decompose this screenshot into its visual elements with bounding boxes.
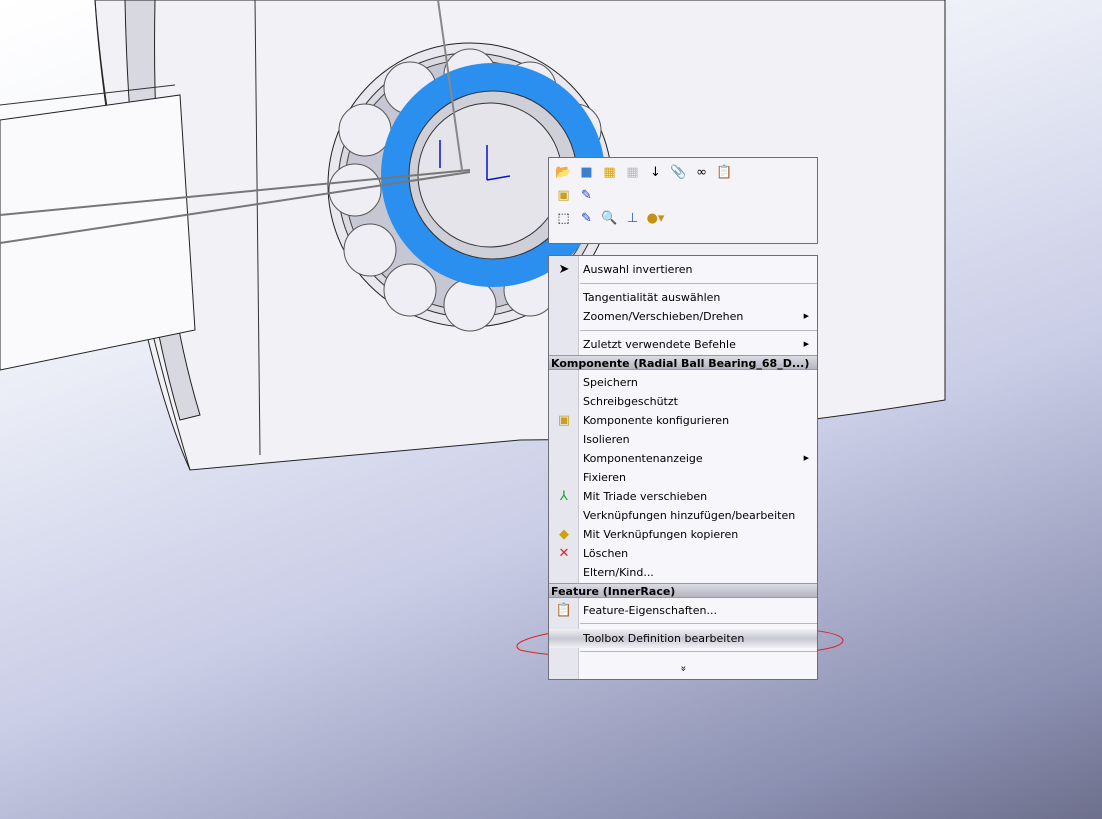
- feature-properties-icon: 📋: [555, 603, 573, 618]
- edit-sketch-icon[interactable]: ✎: [577, 186, 596, 205]
- configure-component-icon[interactable]: ▣: [554, 186, 573, 205]
- configure-component-icon: ▣: [557, 413, 571, 428]
- menu-item-zuletzt-verwendet[interactable]: Zuletzt verwendete Befehle ▶: [549, 335, 817, 354]
- menu-item-tangentialitaet[interactable]: Tangentialität auswählen: [549, 288, 817, 307]
- separator: [580, 651, 817, 652]
- separator: [580, 283, 817, 284]
- menu-item-isolieren[interactable]: Isolieren: [549, 430, 817, 449]
- double-chevron-down-icon: »: [677, 665, 689, 672]
- menu-item-speichern[interactable]: Speichern: [549, 373, 817, 392]
- menu-item-komponentenanzeige[interactable]: Komponentenanzeige ▶: [549, 449, 817, 468]
- menu-item-schreibgeschuetzt[interactable]: Schreibgeschützt: [549, 392, 817, 411]
- sketch-icon[interactable]: ✎: [577, 209, 596, 228]
- menu-item-verknuepfungen[interactable]: Verknüpfungen hinzufügen/bearbeiten: [549, 506, 817, 525]
- clip-icon[interactable]: 📎: [669, 163, 688, 182]
- separator: [580, 330, 817, 331]
- submenu-arrow-icon: ▶: [803, 312, 809, 320]
- show-components-icon[interactable]: ▦: [623, 163, 642, 182]
- edit-component-icon[interactable]: ■: [577, 163, 596, 182]
- properties-icon[interactable]: 📋: [715, 163, 734, 182]
- context-toolbar: 📂 ■ ▦ ▦ ↓ 📎 ∞ 📋 ▣ ✎ ⬚ ✎ 🔍 ⊥ ●▾: [548, 157, 818, 244]
- menu-item-zoomen[interactable]: Zoomen/Verschieben/Drehen ▶: [549, 307, 817, 326]
- expand-menu-button[interactable]: »: [549, 659, 817, 678]
- appearance-icon[interactable]: ●▾: [646, 209, 665, 228]
- triad-icon: ⅄: [560, 489, 568, 504]
- menu-item-mit-verknuepfungen-kopieren[interactable]: ◆ Mit Verknüpfungen kopieren: [549, 525, 817, 544]
- context-menu: ➤ Auswahl invertieren Tangentialität ausw…: [548, 255, 818, 680]
- menu-item-toolbox-definition-bearbeiten[interactable]: Toolbox Definition bearbeiten: [549, 629, 817, 648]
- submenu-arrow-icon: ▶: [803, 454, 809, 462]
- select-arrow-icon: ➤: [558, 262, 570, 277]
- component-header: Komponente (Radial Ball Bearing_68_D...): [549, 355, 817, 370]
- copy-with-mates-icon: ◆: [559, 527, 569, 542]
- smart-mates-icon[interactable]: ∞: [692, 163, 711, 182]
- menu-item-feature-eigenschaften[interactable]: 📋 Feature-Eigenschaften...: [549, 601, 817, 620]
- menu-item-auswahl-invertieren[interactable]: ➤ Auswahl invertieren: [549, 260, 817, 279]
- hide-components-icon[interactable]: ▦: [600, 163, 619, 182]
- select-icon[interactable]: ⬚: [554, 209, 573, 228]
- menu-item-fixieren[interactable]: Fixieren: [549, 468, 817, 487]
- submenu-arrow-icon: ▶: [803, 340, 809, 348]
- menu-item-eltern-kind[interactable]: Eltern/Kind...: [549, 563, 817, 582]
- menu-item-mit-triade-verschieben[interactable]: ⅄ Mit Triade verschieben: [549, 487, 817, 506]
- open-part-icon[interactable]: 📂: [554, 163, 573, 182]
- feature-header: Feature (InnerRace): [549, 583, 817, 598]
- menu-item-loeschen[interactable]: ✕ Löschen: [549, 544, 817, 563]
- normal-to-icon[interactable]: ⊥: [623, 209, 642, 228]
- separator: [580, 623, 817, 624]
- menu-item-komponente-konfigurieren[interactable]: ▣ Komponente konfigurieren: [549, 411, 817, 430]
- zoom-to-selection-icon[interactable]: 🔍: [600, 209, 619, 228]
- delete-icon: ✕: [558, 546, 570, 561]
- reorder-icon[interactable]: ↓: [646, 163, 665, 182]
